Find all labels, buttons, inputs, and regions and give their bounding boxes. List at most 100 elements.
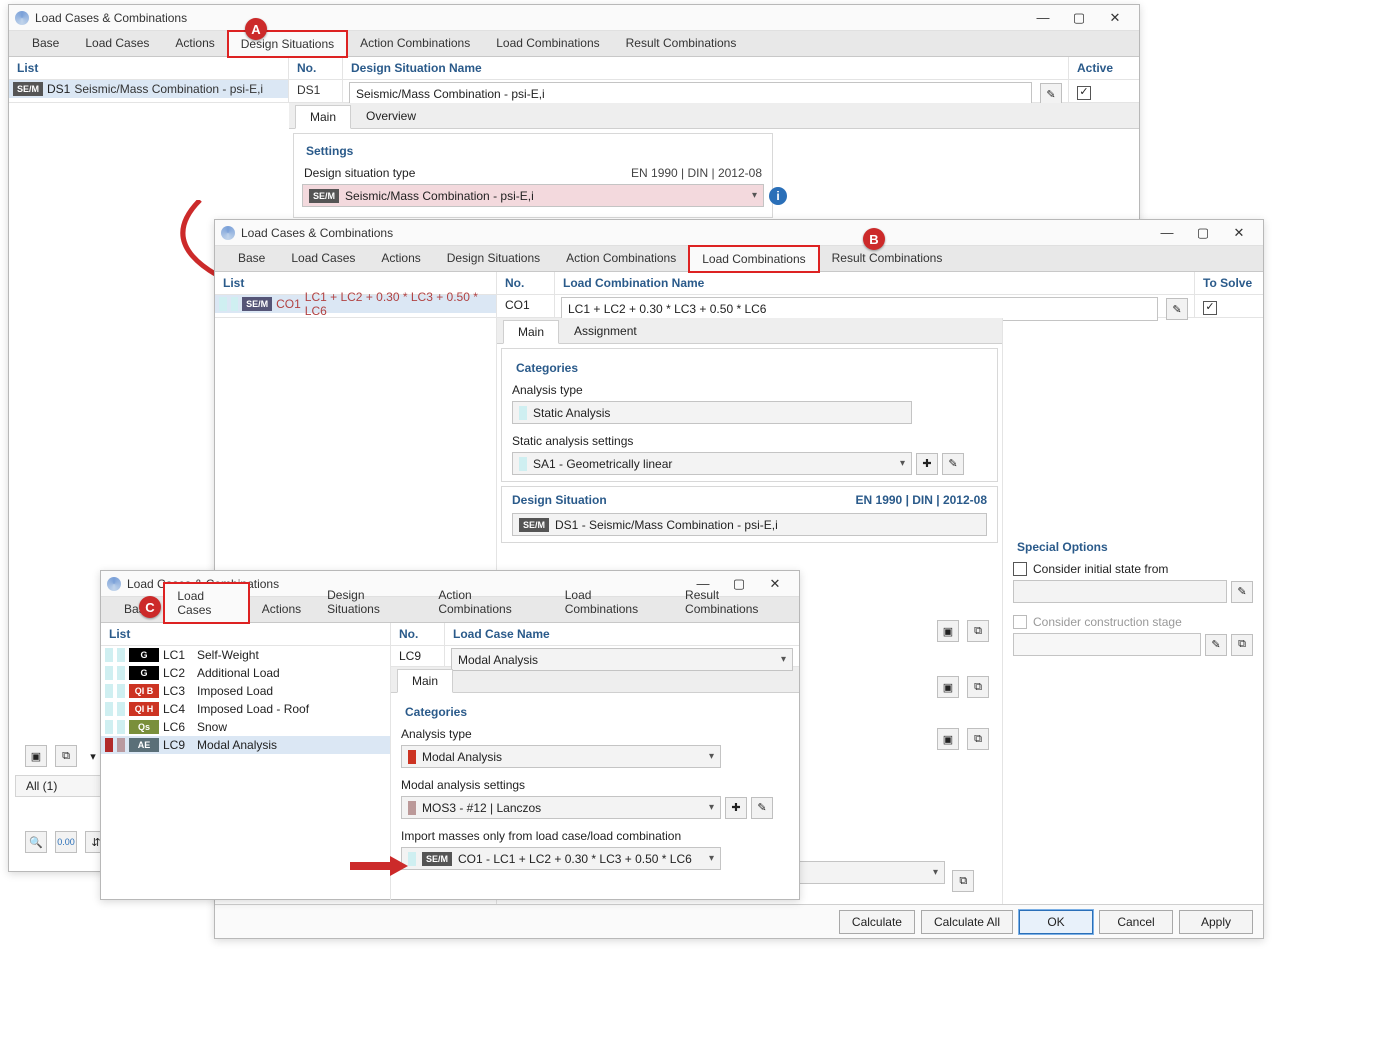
tab-design-situations[interactable]: Design Situations [434, 245, 553, 271]
swatch-icon [231, 297, 239, 311]
close-button[interactable]: ✕ [1221, 221, 1257, 245]
ds-header: Design Situation [512, 493, 607, 507]
subtab-main[interactable]: Main [295, 105, 351, 129]
edit-icon[interactable]: ✎ [942, 453, 964, 475]
edit-icon[interactable]: ⧉ [1231, 634, 1253, 656]
dropdown-icon[interactable]: ▾ [85, 745, 101, 767]
tab-result-combinations[interactable]: Result Combinations [819, 245, 956, 271]
calculate-all-button[interactable]: Calculate All [921, 910, 1013, 934]
list-item[interactable]: AELC9Modal Analysis [101, 736, 390, 754]
tool-icon[interactable]: ▣ [937, 728, 959, 750]
tool-icon[interactable]: ⧉ [967, 728, 989, 750]
edit-icon[interactable]: ✎ [1166, 298, 1188, 320]
analysis-dropdown[interactable]: Static Analysis [512, 401, 912, 424]
tool-icon[interactable]: ⧉ [967, 676, 989, 698]
cancel-button[interactable]: Cancel [1099, 910, 1173, 934]
name-dropdown[interactable]: Modal Analysis ▾ [451, 648, 793, 671]
analysis-dropdown[interactable]: Modal Analysis ▾ [401, 745, 721, 768]
titlebar-b: Load Cases & Combinations — ▢ ✕ [215, 220, 1263, 246]
chevron-down-icon: ▾ [709, 751, 714, 762]
tab-action-combinations[interactable]: Action Combinations [553, 245, 689, 271]
type-label: Design situation type [304, 166, 415, 180]
tab-load-cases[interactable]: Load Cases [72, 30, 162, 56]
chevron-down-icon: ▾ [933, 867, 938, 878]
subtab-main[interactable]: Main [397, 669, 453, 693]
app-icon [15, 11, 29, 25]
import-dropdown[interactable]: SE/M CO1 - LC1 + LC2 + 0.30 * LC3 + 0.50… [401, 847, 721, 870]
tool-icon[interactable]: ⧉ [967, 620, 989, 642]
tool-icon[interactable]: ▣ [937, 620, 959, 642]
tab-actions[interactable]: Actions [162, 30, 227, 56]
minimize-button[interactable]: — [1149, 221, 1185, 245]
copy-icon[interactable]: ⧉ [55, 745, 77, 767]
tab-load-cases[interactable]: Load Cases [164, 583, 248, 623]
minimize-button[interactable]: — [1025, 6, 1061, 30]
list-item[interactable]: QI BLC3Imposed Load [101, 682, 390, 700]
tab-base[interactable]: Base [225, 245, 278, 271]
new-icon[interactable]: ✚ [725, 797, 747, 819]
maximize-button[interactable]: ▢ [1185, 221, 1221, 245]
tab-load-combinations[interactable]: Load Combinations [689, 246, 818, 272]
tab-load-combinations[interactable]: Load Combinations [552, 582, 672, 622]
special-header: Special Options [1013, 534, 1253, 558]
search-icon[interactable]: 🔍 [25, 831, 47, 853]
subtab-main[interactable]: Main [503, 320, 559, 344]
opt1-checkbox[interactable] [1013, 562, 1027, 576]
list-item[interactable]: QI HLC4Imposed Load - Roof [101, 700, 390, 718]
edit-icon[interactable]: ✎ [1231, 581, 1253, 603]
copy-icon[interactable]: ⧉ [952, 870, 974, 892]
type-value: Seismic/Mass Combination - psi-E,i [345, 189, 534, 203]
list-item[interactable]: SE/M DS1 Seismic/Mass Combination - psi-… [9, 80, 288, 98]
sas-dropdown[interactable]: SA1 - Geometrically linear ▾ [512, 452, 912, 475]
ok-button[interactable]: OK [1019, 910, 1093, 934]
list-item[interactable]: QsLC6Snow [101, 718, 390, 736]
tab-load-cases[interactable]: Load Cases [278, 245, 368, 271]
new-icon[interactable]: ✚ [916, 453, 938, 475]
tab-actions[interactable]: Actions [249, 596, 314, 622]
tabbar-c: Base Load Cases Actions Design Situation… [101, 597, 799, 623]
list-tag: G [129, 666, 159, 680]
tab-design-situations[interactable]: Design Situations [314, 582, 425, 622]
list-item[interactable]: SE/M CO1 LC1 + LC2 + 0.30 * LC3 + 0.50 *… [215, 295, 496, 313]
list-item[interactable]: GLC1Self-Weight [101, 646, 390, 664]
opt2-label: Consider construction stage [1033, 615, 1182, 629]
sas-label: Static analysis settings [512, 424, 987, 452]
tab-load-combinations[interactable]: Load Combinations [483, 30, 612, 56]
list-name: Self-Weight [197, 648, 259, 662]
list-item[interactable]: GLC2Additional Load [101, 664, 390, 682]
tab-action-combinations[interactable]: Action Combinations [425, 582, 551, 622]
analysis-label: Analysis type [512, 379, 987, 401]
tab-result-combinations[interactable]: Result Combinations [613, 30, 750, 56]
ds-dropdown[interactable]: SE/M DS1 - Seismic/Mass Combination - ps… [512, 513, 987, 536]
calculate-button[interactable]: Calculate [839, 910, 915, 934]
tab-actions[interactable]: Actions [368, 245, 433, 271]
active-checkbox[interactable]: ✓ [1077, 86, 1091, 100]
swatch-icon [117, 666, 125, 680]
list-tag: SE/M [242, 297, 272, 311]
opt1-dropdown[interactable] [1013, 580, 1227, 603]
apply-button[interactable]: Apply [1179, 910, 1253, 934]
list-header: List [9, 57, 288, 80]
subtab-assignment[interactable]: Assignment [559, 319, 652, 343]
swatch-icon [105, 666, 113, 680]
edit-icon[interactable]: ✎ [1205, 634, 1227, 656]
tab-result-combinations[interactable]: Result Combinations [672, 582, 799, 622]
maximize-button[interactable]: ▢ [1061, 6, 1097, 30]
info-icon[interactable]: i [769, 187, 787, 205]
solve-checkbox[interactable]: ✓ [1203, 301, 1217, 315]
units-icon[interactable]: 0.00 [55, 831, 77, 853]
edit-icon[interactable]: ✎ [751, 797, 773, 819]
tab-base[interactable]: Base [19, 30, 72, 56]
edit-icon[interactable]: ✎ [1040, 83, 1062, 105]
type-dropdown[interactable]: SE/M Seismic/Mass Combination - psi-E,i … [302, 184, 764, 207]
mas-label: Modal analysis settings [401, 768, 789, 796]
tab-design-situations[interactable]: Design Situations [228, 31, 347, 57]
mas-dropdown[interactable]: MOS3 - #12 | Lanczos ▾ [401, 796, 721, 819]
close-button[interactable]: ✕ [1097, 6, 1133, 30]
callout-c: C [139, 596, 161, 618]
subtab-overview[interactable]: Overview [351, 104, 431, 128]
new-icon[interactable]: ▣ [25, 745, 47, 767]
titlebar-a: Load Cases & Combinations — ▢ ✕ [9, 5, 1139, 31]
tool-icon[interactable]: ▣ [937, 676, 959, 698]
tab-action-combinations[interactable]: Action Combinations [347, 30, 483, 56]
